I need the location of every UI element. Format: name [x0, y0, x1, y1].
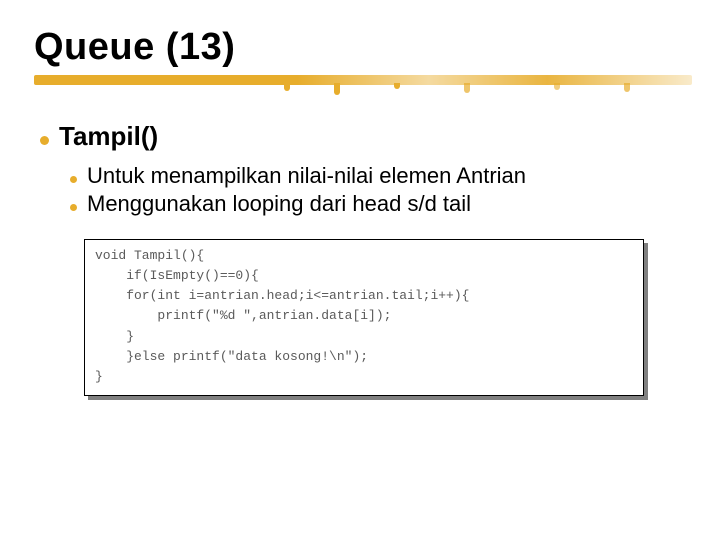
content-area: Tampil() Untuk menampilkan nilai-nilai e… — [34, 121, 686, 396]
sub-bullet: Untuk menampilkan nilai-nilai elemen Ant… — [70, 162, 686, 190]
bullet-icon — [40, 136, 49, 145]
code-box: void Tampil(){ if(IsEmpty()==0){ for(int… — [84, 239, 644, 396]
sub-bullet-text: Untuk menampilkan nilai-nilai elemen Ant… — [87, 162, 526, 190]
bullet-main: Tampil() — [40, 121, 686, 152]
slide-title: Queue (13) — [34, 26, 686, 69]
slide: Queue (13) Tampil() Untuk menampilkan ni… — [0, 0, 720, 396]
title-underline — [34, 75, 686, 93]
sub-bullet: Menggunakan looping dari head s/d tail — [70, 190, 686, 218]
code-snippet: void Tampil(){ if(IsEmpty()==0){ for(int… — [95, 246, 633, 387]
bullet-icon — [70, 176, 77, 183]
sub-bullet-text: Menggunakan looping dari head s/d tail — [87, 190, 471, 218]
bullet-icon — [70, 204, 77, 211]
bullet-main-text: Tampil() — [59, 121, 158, 152]
sub-bullets: Untuk menampilkan nilai-nilai elemen Ant… — [40, 162, 686, 217]
